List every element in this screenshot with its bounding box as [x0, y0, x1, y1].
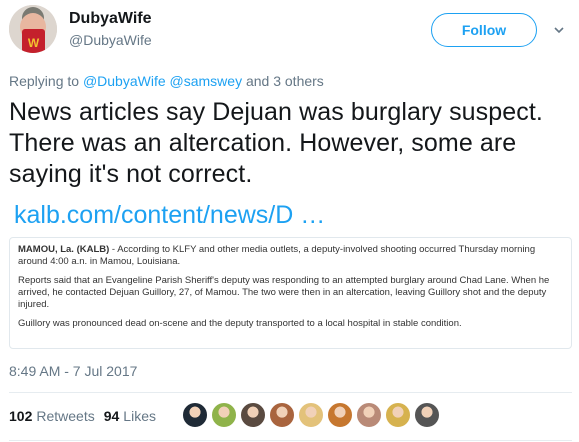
- liker-avatar[interactable]: [356, 402, 382, 428]
- retweets-count[interactable]: 102: [9, 408, 32, 424]
- liker-avatar[interactable]: [414, 402, 440, 428]
- replying-to-label: Replying to: [9, 73, 80, 89]
- liker-avatar[interactable]: [269, 402, 295, 428]
- divider: [9, 440, 572, 441]
- liker-avatar[interactable]: [182, 402, 208, 428]
- replying-to: Replying to @DubyaWife @samswey and 3 ot…: [9, 73, 324, 89]
- liker-avatars: [182, 402, 443, 430]
- liker-avatar[interactable]: [298, 402, 324, 428]
- likes-count[interactable]: 94: [104, 408, 120, 424]
- tweet-stats: 102 Retweets 94 Likes: [9, 402, 156, 430]
- mention-link[interactable]: @samswey: [170, 73, 243, 89]
- tweet-timestamp[interactable]: 8:49 AM - 7 Jul 2017: [9, 363, 137, 379]
- liker-avatar[interactable]: [211, 402, 237, 428]
- others-label[interactable]: and 3 others: [246, 73, 324, 89]
- tweet-link[interactable]: kalb.com/content/news/D …: [14, 200, 325, 231]
- mention-link[interactable]: @DubyaWife: [83, 73, 166, 89]
- chevron-down-icon[interactable]: [553, 24, 565, 36]
- retweets-label[interactable]: Retweets: [36, 408, 94, 424]
- author-handle[interactable]: @DubyaWife: [69, 32, 152, 48]
- author-avatar[interactable]: W: [9, 5, 57, 53]
- card-paragraph: Guillory was pronounced dead on-scene an…: [18, 318, 462, 329]
- tweet-text: News articles say Dejuan was burglary su…: [9, 98, 543, 188]
- liker-avatar[interactable]: [385, 402, 411, 428]
- liker-avatar[interactable]: [327, 402, 353, 428]
- follow-button[interactable]: Follow: [431, 13, 537, 47]
- author-name[interactable]: DubyaWife: [69, 10, 152, 28]
- liker-avatar[interactable]: [240, 402, 266, 428]
- card-dateline: MAMOU, La. (KALB): [18, 244, 110, 255]
- svg-text:W: W: [28, 36, 40, 50]
- tweet-header: W DubyaWife @DubyaWife Follow: [0, 0, 579, 62]
- likes-label[interactable]: Likes: [123, 408, 156, 424]
- link-preview-card[interactable]: MAMOU, La. (KALB) - According to KLFY an…: [9, 237, 572, 349]
- card-paragraph: Reports said that an Evangeline Parish S…: [18, 275, 550, 310]
- divider: [9, 392, 572, 393]
- card-paragraph: MAMOU, La. (KALB) - According to KLFY an…: [18, 244, 563, 268]
- avatar-image: W: [9, 5, 57, 53]
